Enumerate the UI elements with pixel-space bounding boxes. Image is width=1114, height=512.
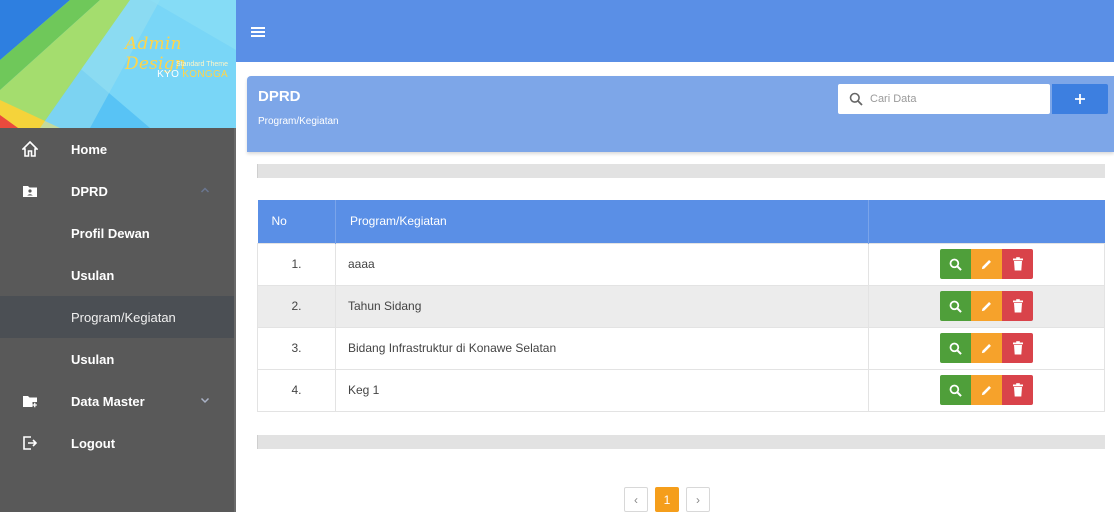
plus-icon xyxy=(1075,94,1085,104)
sidebar-item-label: Home xyxy=(71,141,108,157)
trash-icon xyxy=(1012,383,1023,397)
sidebar-item-label: Data Master xyxy=(71,393,145,409)
sidebar-subitem-profil-dewan[interactable]: Profil Dewan xyxy=(0,212,234,254)
sidebar-item-logout[interactable]: Logout xyxy=(0,422,234,464)
view-button[interactable] xyxy=(940,291,971,321)
cell-program: Tahun Sidang xyxy=(335,284,869,328)
home-icon xyxy=(22,141,38,157)
table-header-row: No Program/Kegiatan xyxy=(257,200,1105,243)
pencil-icon xyxy=(981,259,991,269)
chevron-up-icon[interactable] xyxy=(200,185,210,195)
sidebar: Admin Design Standard Theme KYO KONGGA H… xyxy=(0,0,236,512)
folder-add-icon xyxy=(23,396,37,408)
app-window: Admin Design Standard Theme KYO KONGGA H… xyxy=(0,0,1114,512)
sidebar-subitem-usulan[interactable]: Usulan xyxy=(0,254,234,296)
search-icon xyxy=(949,342,962,355)
view-button[interactable] xyxy=(940,375,971,405)
brand-author-second: KONGGA xyxy=(182,69,228,80)
pagination-page-1[interactable]: 1 xyxy=(655,487,679,512)
search-icon xyxy=(949,384,962,397)
sidebar-subitem-label: Usulan xyxy=(71,351,115,367)
cell-no: 2. xyxy=(257,284,336,328)
data-table: No Program/Kegiatan 1. aaaa 2. Tahun Sid… xyxy=(257,200,1105,412)
sidebar-subitem-program-kegiatan[interactable]: Program/Kegiatan xyxy=(0,296,234,338)
chevron-down-icon[interactable] xyxy=(200,395,210,405)
table-row: 1. aaaa xyxy=(257,242,1105,286)
trash-icon xyxy=(1012,341,1023,355)
edit-button[interactable] xyxy=(971,333,1002,363)
separator-bar-top xyxy=(257,164,1105,178)
pencil-icon xyxy=(981,301,991,311)
pagination-next-button[interactable]: › xyxy=(686,487,710,512)
sidebar-item-dprd[interactable]: DPRD xyxy=(0,170,234,212)
sidebar-menu: Home DPRD Profil Dewan Usulan Program/Ke… xyxy=(0,128,234,464)
search-input[interactable] xyxy=(870,90,1040,108)
brand-author-first: KYO xyxy=(157,69,180,80)
logout-icon xyxy=(23,436,38,450)
sidebar-item-label: DPRD xyxy=(71,183,108,199)
column-header-no: No xyxy=(257,200,336,243)
page-title: DPRD xyxy=(258,88,301,105)
page-subtitle: Program/Kegiatan xyxy=(258,116,339,127)
table-row: 4. Keg 1 xyxy=(257,368,1105,412)
pagination-prev-button[interactable]: ‹ xyxy=(624,487,648,512)
menu-toggle-icon[interactable] xyxy=(251,27,265,37)
edit-button[interactable] xyxy=(971,291,1002,321)
search-icon xyxy=(849,92,863,106)
sidebar-item-label: Logout xyxy=(71,435,116,451)
search-icon xyxy=(949,300,962,313)
trash-icon xyxy=(1012,299,1023,313)
top-bar xyxy=(236,0,1114,62)
delete-button[interactable] xyxy=(1002,291,1033,321)
sidebar-item-home[interactable]: Home xyxy=(0,128,234,170)
cell-no: 4. xyxy=(257,368,336,412)
brand-subtitle: Standard Theme xyxy=(175,61,228,68)
sidebar-subitem-usulan-2[interactable]: Usulan xyxy=(0,338,234,380)
table-row: 3. Bidang Infrastruktur di Konawe Selata… xyxy=(257,326,1105,370)
cell-actions xyxy=(868,326,1105,370)
folder-user-icon xyxy=(23,186,37,197)
edit-button[interactable] xyxy=(971,249,1002,279)
table-row: 2. Tahun Sidang xyxy=(257,284,1105,328)
pencil-icon xyxy=(981,343,991,353)
pagination: ‹ 1 › xyxy=(624,487,710,512)
cell-no: 3. xyxy=(257,326,336,370)
column-header-actions xyxy=(868,200,1105,243)
brand-logo[interactable]: Admin Design Standard Theme KYO KONGGA xyxy=(0,0,236,128)
cell-actions xyxy=(868,368,1105,412)
brand-author: KYO KONGGA xyxy=(157,69,228,80)
cell-actions xyxy=(868,242,1105,286)
cell-program: Bidang Infrastruktur di Konawe Selatan xyxy=(335,326,869,370)
cell-program: Keg 1 xyxy=(335,368,869,412)
page-header: DPRD Program/Kegiatan xyxy=(247,76,1114,152)
cell-actions xyxy=(868,284,1105,328)
add-button[interactable] xyxy=(1052,84,1108,114)
pencil-icon xyxy=(981,385,991,395)
separator-bar-bottom xyxy=(257,435,1105,449)
search-box[interactable] xyxy=(838,84,1050,114)
search-icon xyxy=(949,258,962,271)
delete-button[interactable] xyxy=(1002,333,1033,363)
delete-button[interactable] xyxy=(1002,375,1033,405)
sidebar-subitem-label: Usulan xyxy=(71,267,115,283)
edit-button[interactable] xyxy=(971,375,1002,405)
sidebar-item-data-master[interactable]: Data Master xyxy=(0,380,234,422)
trash-icon xyxy=(1012,257,1023,271)
cell-program: aaaa xyxy=(335,242,869,286)
column-header-program: Program/Kegiatan xyxy=(335,200,869,243)
delete-button[interactable] xyxy=(1002,249,1033,279)
sidebar-subitem-label: Program/Kegiatan xyxy=(71,309,176,325)
cell-no: 1. xyxy=(257,242,336,286)
sidebar-subitem-label: Profil Dewan xyxy=(71,225,150,241)
view-button[interactable] xyxy=(940,333,971,363)
view-button[interactable] xyxy=(940,249,971,279)
